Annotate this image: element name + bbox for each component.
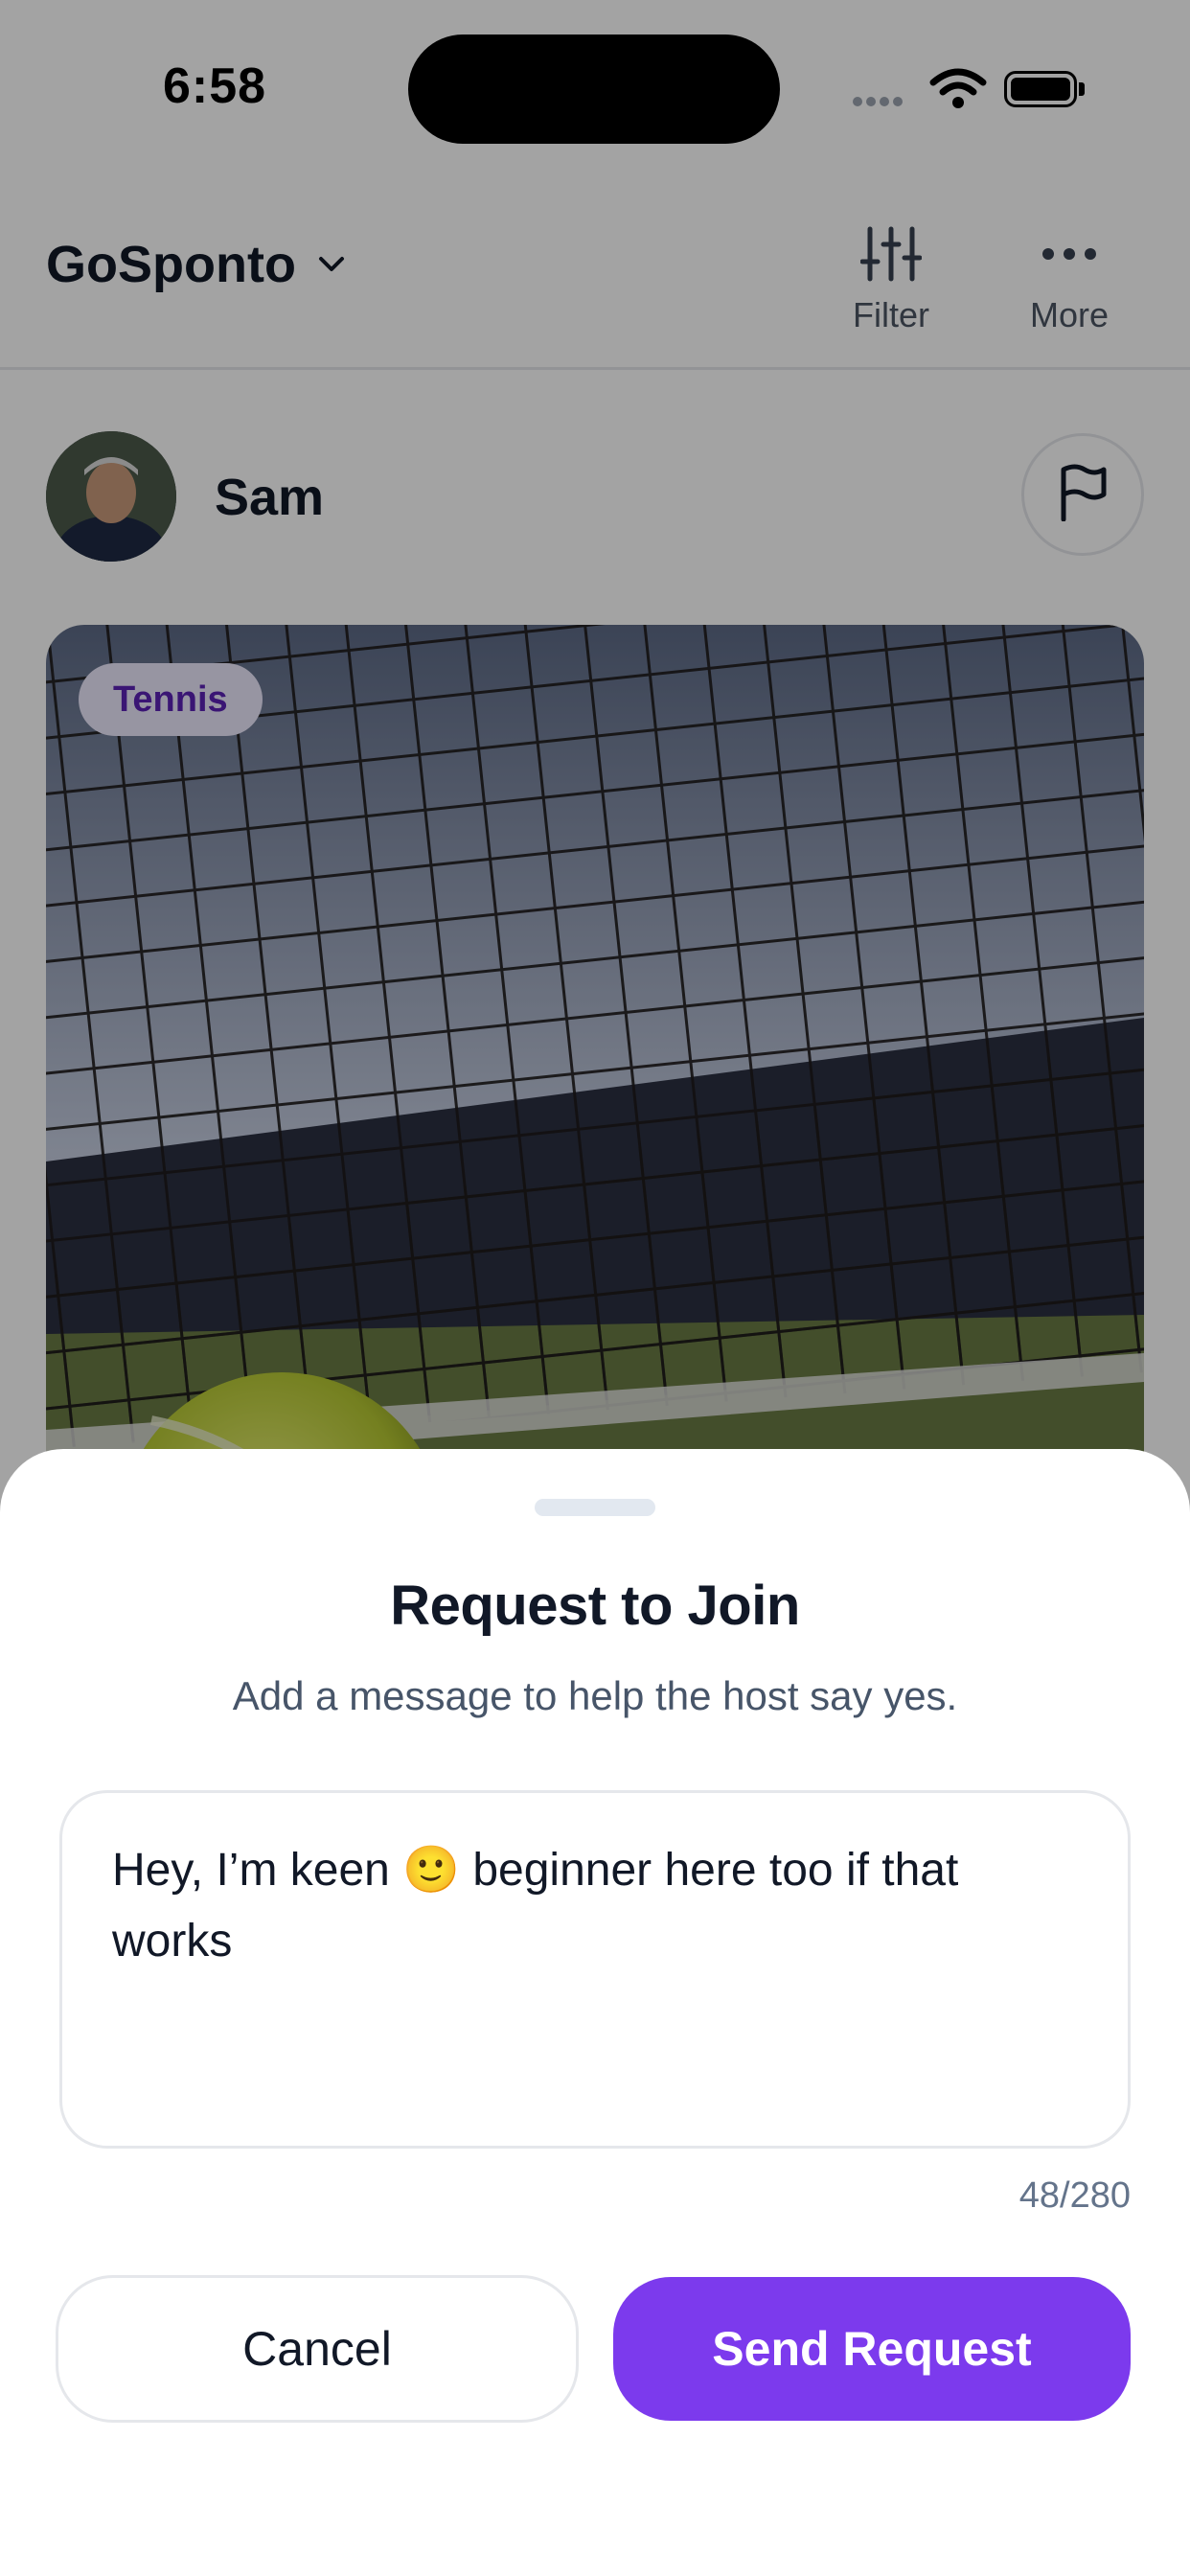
sheet-grabber[interactable] [535,1499,655,1516]
request-bottom-sheet: Request to Join Add a message to help th… [0,1449,1190,2576]
cancel-button[interactable]: Cancel [56,2275,579,2423]
send-request-button[interactable]: Send Request [613,2277,1131,2421]
message-text: Hey, I’m keen 🙂 beginner here too if tha… [112,1845,959,1966]
sheet-subtitle: Add a message to help the host say yes. [232,1673,958,1718]
sheet-title: Request to Join [390,1575,800,1637]
message-input[interactable]: Hey, I’m keen 🙂 beginner here too if tha… [59,1790,1131,2149]
character-counter: 48/280 [1018,2175,1131,2216]
